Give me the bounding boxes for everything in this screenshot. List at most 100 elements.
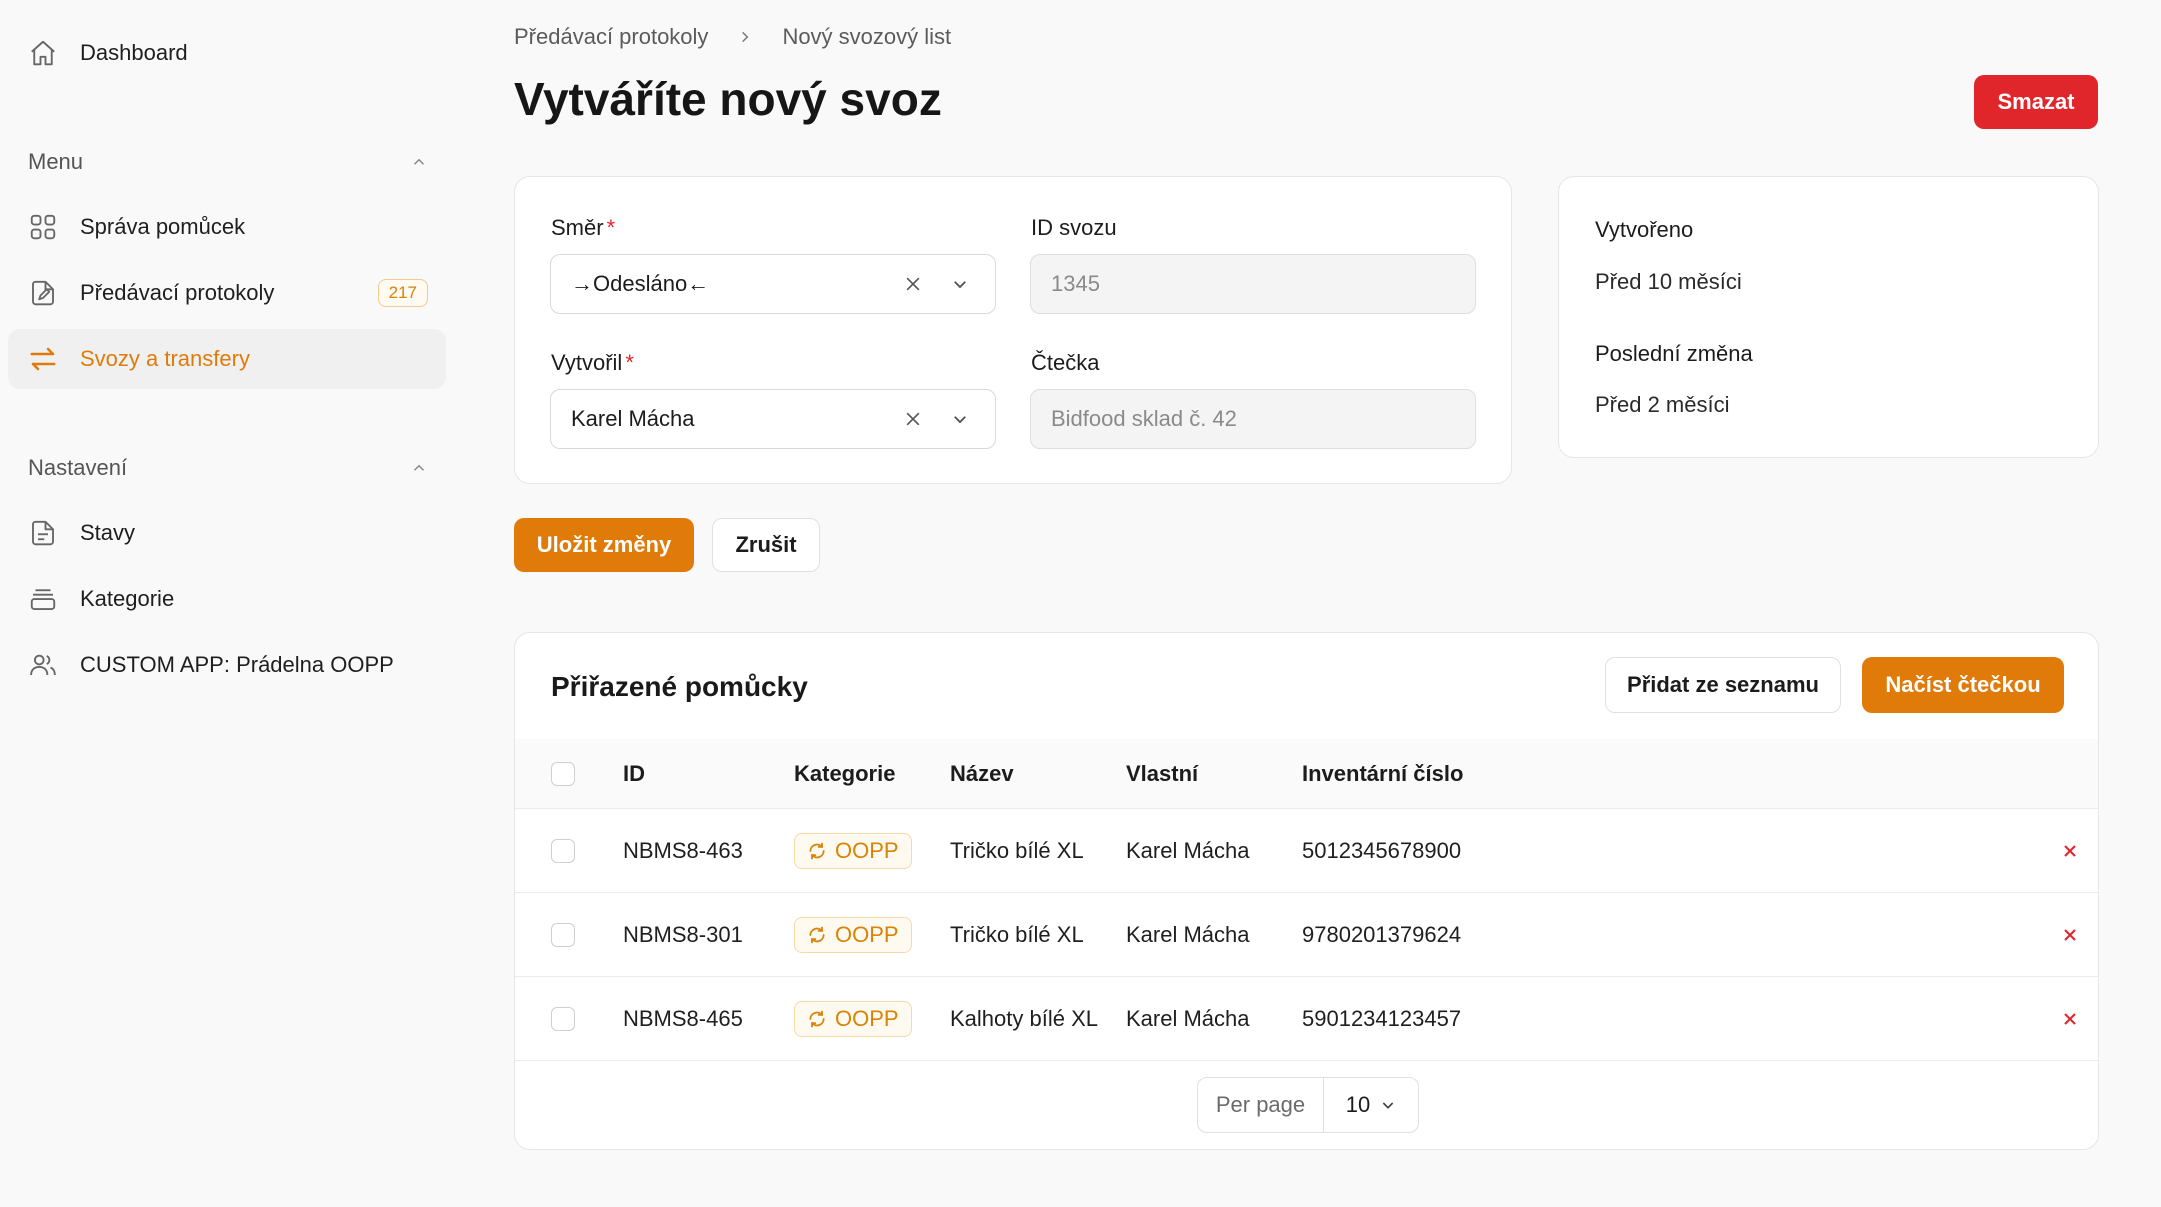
menu-section-header[interactable]: Menu	[28, 142, 428, 182]
sidebar-item-dashboard[interactable]: Dashboard	[8, 23, 446, 83]
created-label: Vytvořeno	[1595, 217, 1694, 242]
refresh-icon	[809, 1010, 825, 1028]
creator-select[interactable]: Karel Mácha	[550, 389, 996, 449]
sidebar-item-label: CUSTOM APP: Prádelna OOPP	[80, 652, 394, 677]
section-heading: Menu	[28, 149, 84, 174]
clear-icon[interactable]	[903, 274, 923, 294]
row-checkbox[interactable]	[551, 839, 575, 863]
column-header-nazev[interactable]: Název	[950, 739, 1014, 809]
cell-inventarni-cislo: 5012345678900	[1302, 838, 1462, 863]
archive-box-icon	[26, 582, 60, 616]
file-icon	[26, 516, 60, 550]
column-header-inventarni-cislo[interactable]: Inventární číslo	[1302, 739, 1463, 809]
creator-label: Vytvořil *	[551, 350, 634, 375]
sidebar-item-custom-app[interactable]: CUSTOM APP: Prádelna OOPP	[8, 635, 446, 695]
reader-label: Čtečka	[1031, 350, 1100, 375]
scan-with-reader-button[interactable]: Načíst čtečkou	[1862, 657, 2064, 713]
cell-vlastni: Karel Mácha	[1126, 1006, 1250, 1031]
cell-kategorie: OOPP	[794, 893, 912, 977]
meta-card: Vytvořeno Před 10 měsíci Poslední změna …	[1558, 176, 2099, 458]
cell-id: NBMS8-301	[623, 922, 743, 947]
cell-inventarni-cislo: 5901234123457	[1302, 1006, 1462, 1031]
remove-icon[interactable]	[2060, 925, 2080, 945]
sidebar-item-label: Dashboard	[80, 40, 188, 65]
required-mark: *	[606, 215, 616, 240]
created-value: Před 10 měsíci	[1595, 269, 1742, 294]
chevron-down-icon[interactable]	[951, 410, 969, 428]
cell-inventarni-cislo: 9780201379624	[1302, 922, 1462, 947]
sidebar-item-kategorie[interactable]: Kategorie	[8, 569, 446, 629]
save-button[interactable]: Uložit změny	[514, 518, 694, 572]
cell-kategorie: OOPP	[794, 977, 912, 1061]
section-title: Přiřazené pomůcky	[551, 671, 808, 702]
add-from-list-button[interactable]: Přidat ze seznamu	[1605, 657, 1841, 713]
count-badge: 217	[377, 279, 428, 307]
reader-input[interactable]: Bidfood sklad č. 42	[1030, 389, 1476, 449]
document-edit-icon	[26, 276, 60, 310]
sidebar-item-label: Stavy	[80, 520, 136, 545]
sidebar-item-stavy[interactable]: Stavy	[8, 503, 446, 563]
sidebar: Dashboard Menu Správa pomůcek Předávací …	[0, 0, 460, 1207]
per-page-selector[interactable]: Per page 10	[1197, 1077, 1419, 1133]
category-tag-label: OOPP	[835, 1006, 899, 1031]
page-title: Vytváříte nový svoz	[514, 73, 942, 125]
category-tag: OOPP	[794, 1001, 912, 1037]
table-header: ID Kategorie Název Vlastní Inventární čí…	[515, 739, 2098, 809]
per-page-value[interactable]: 10	[1324, 1078, 1418, 1132]
category-tag-label: OOPP	[835, 922, 899, 947]
home-icon	[26, 36, 60, 70]
settings-section-header[interactable]: Nastavení	[28, 448, 428, 488]
sidebar-item-svozy-a-transfery[interactable]: Svozy a transfery	[8, 329, 446, 389]
category-tag: OOPP	[794, 917, 912, 953]
category-tag-label: OOPP	[835, 838, 899, 863]
chevron-right-icon	[742, 31, 749, 43]
chevron-up-icon	[413, 158, 425, 165]
cell-id: NBMS8-463	[623, 838, 743, 863]
direction-select-value: →Odesláno←	[571, 271, 710, 296]
cancel-button[interactable]: Zrušit	[712, 518, 820, 572]
column-header-vlastni[interactable]: Vlastní	[1126, 739, 1198, 809]
category-tag: OOPP	[794, 833, 912, 869]
cell-nazev: Tričko bílé XL	[950, 922, 1084, 947]
items-card: Přiřazené pomůcky Přidat ze seznamu Načí…	[514, 632, 2099, 1150]
sidebar-item-label: Správa pomůcek	[80, 214, 246, 239]
cell-id: NBMS8-465	[623, 1006, 743, 1031]
row-checkbox[interactable]	[551, 1007, 575, 1031]
cell-nazev: Kalhoty bílé XL	[950, 1006, 1098, 1031]
clear-icon[interactable]	[903, 409, 923, 429]
cell-nazev: Tričko bílé XL	[950, 838, 1084, 863]
column-header-id[interactable]: ID	[623, 739, 645, 809]
sidebar-item-label: Kategorie	[80, 586, 175, 611]
modified-label: Poslední změna	[1595, 341, 1753, 366]
users-icon	[26, 648, 60, 682]
column-header-kategorie[interactable]: Kategorie	[794, 739, 895, 809]
per-page-value-text: 10	[1345, 1092, 1371, 1117]
sidebar-item-predavaci-protokoly[interactable]: Předávací protokoly 217	[8, 263, 446, 323]
row-checkbox[interactable]	[551, 923, 575, 947]
cell-kategorie: OOPP	[794, 809, 912, 893]
required-mark: *	[625, 350, 634, 375]
sidebar-item-sprava-pomucek[interactable]: Správa pomůcek	[8, 197, 446, 257]
cell-vlastni: Karel Mácha	[1126, 838, 1250, 863]
breadcrumb-parent-link[interactable]: Předávací protokoly	[514, 24, 708, 50]
chevron-up-icon	[413, 464, 425, 471]
direction-select[interactable]: →Odesláno←	[550, 254, 996, 314]
select-all-checkbox[interactable]	[551, 762, 575, 786]
transfer-arrows-icon	[26, 342, 60, 376]
modified-value: Před 2 měsíci	[1595, 392, 1730, 417]
remove-icon[interactable]	[2060, 841, 2080, 861]
cell-vlastni: Karel Mácha	[1126, 922, 1250, 947]
table-row: NBMS8-463 OOPP Tričko bílé XL Karel Mách…	[515, 809, 2098, 893]
chevron-down-icon[interactable]	[951, 275, 969, 293]
refresh-icon	[809, 926, 825, 944]
delete-button[interactable]: Smazat	[1974, 75, 2098, 129]
direction-label: Směr *	[551, 215, 616, 240]
table-row: NBMS8-465 OOPP Kalhoty bílé XL Karel Mác…	[515, 977, 2098, 1061]
breadcrumb: Předávací protokoly Nový svozový list	[514, 24, 951, 50]
per-page-label: Per page	[1198, 1078, 1324, 1132]
creator-select-value: Karel Mácha	[571, 406, 695, 431]
refresh-icon	[809, 842, 825, 860]
section-heading: Nastavení	[28, 455, 128, 480]
pickup-id-input[interactable]: 1345	[1030, 254, 1476, 314]
remove-icon[interactable]	[2060, 1009, 2080, 1029]
